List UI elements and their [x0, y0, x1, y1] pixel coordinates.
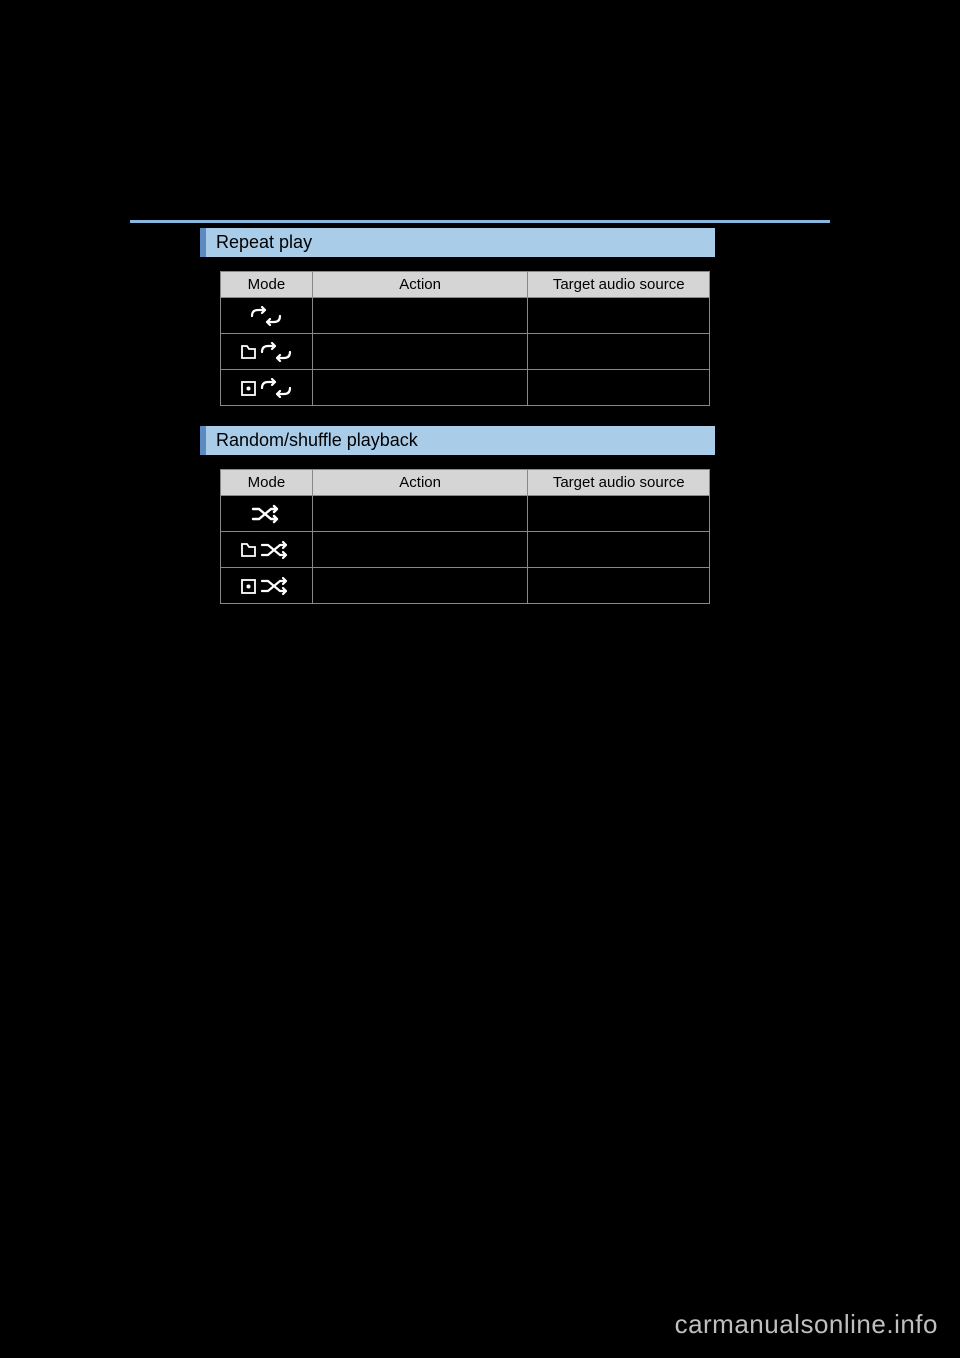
table-row [221, 334, 710, 370]
col-header-target: Target audio source [528, 470, 710, 496]
mode-cell [221, 298, 313, 334]
section-header-shuffle: Random/shuffle playback [200, 426, 715, 455]
action-cell [312, 334, 527, 370]
col-header-mode: Mode [221, 272, 313, 298]
section-header-repeat: Repeat play [200, 228, 715, 257]
mode-cell [221, 334, 313, 370]
action-cell [312, 532, 527, 568]
target-cell [528, 568, 710, 604]
repeat-track-icon [250, 307, 282, 324]
table-row [221, 496, 710, 532]
mode-cell [221, 370, 313, 406]
action-cell [312, 370, 527, 406]
repeat-disc-icon [240, 379, 292, 396]
shuffle-table: Mode Action Target audio source [220, 469, 710, 604]
target-cell [528, 370, 710, 406]
mode-cell [221, 496, 313, 532]
target-cell [528, 532, 710, 568]
target-cell [528, 496, 710, 532]
target-cell [528, 298, 710, 334]
table-header-row: Mode Action Target audio source [221, 272, 710, 298]
repeat-table: Mode Action Target audio source [220, 271, 710, 406]
table-row [221, 532, 710, 568]
mode-cell [221, 532, 313, 568]
shuffle-disc-icon [240, 577, 292, 594]
action-cell [312, 568, 527, 604]
col-header-action: Action [312, 272, 527, 298]
action-cell [312, 298, 527, 334]
col-header-action: Action [312, 470, 527, 496]
table-row [221, 370, 710, 406]
page-content: Repeat play Mode Action Target audio sou… [200, 228, 715, 624]
target-cell [528, 334, 710, 370]
shuffle-icon [251, 505, 281, 522]
col-header-mode: Mode [221, 470, 313, 496]
table-row [221, 298, 710, 334]
table-header-row: Mode Action Target audio source [221, 470, 710, 496]
mode-cell [221, 568, 313, 604]
col-header-target: Target audio source [528, 272, 710, 298]
table-row [221, 568, 710, 604]
watermark-text: carmanualsonline.info [675, 1309, 938, 1340]
action-cell [312, 496, 527, 532]
shuffle-folder-icon [240, 541, 292, 558]
repeat-folder-icon [240, 343, 292, 360]
horizontal-rule [130, 220, 830, 223]
